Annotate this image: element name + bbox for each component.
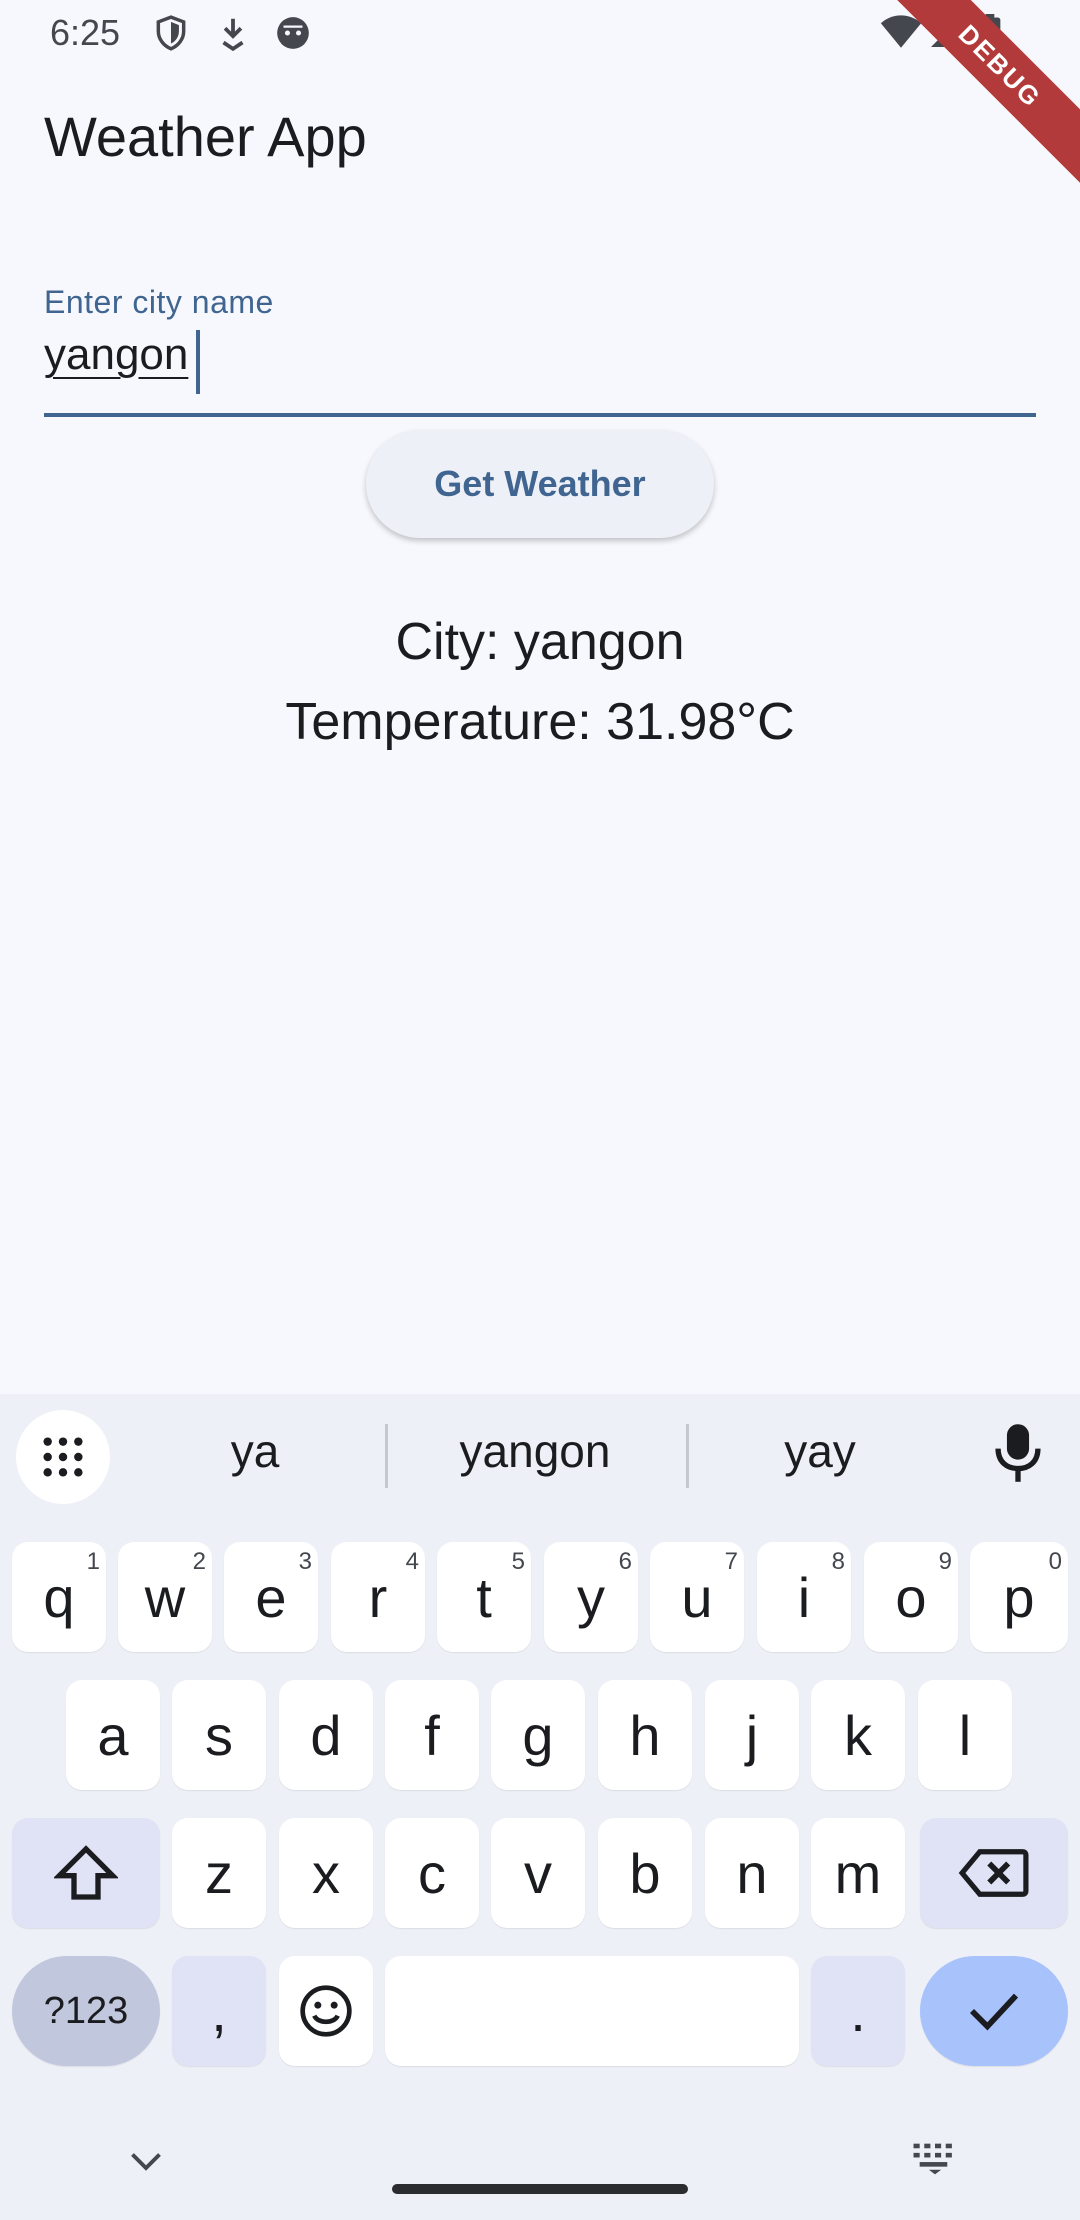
check-icon [969,1993,1019,2031]
text-cursor [196,330,200,394]
key-label: w [144,1565,186,1629]
shift-key[interactable] [12,1818,160,1928]
key-hint: 2 [192,1548,206,1575]
key-r[interactable]: r4 [331,1542,425,1652]
space-key[interactable] [385,1956,799,2066]
key-label: i [797,1565,811,1629]
key-label: r [368,1565,388,1629]
key-g[interactable]: g [491,1680,585,1790]
key-label: u [681,1565,713,1629]
keyboard-grid-icon [43,1437,83,1477]
key-hint: 5 [511,1548,525,1575]
key-x[interactable]: x [279,1818,373,1928]
key-u[interactable]: u7 [650,1542,744,1652]
suggestion-2[interactable]: yangon [400,1424,670,1484]
key-t[interactable]: t5 [437,1542,531,1652]
key-o[interactable]: o9 [864,1542,958,1652]
key-f[interactable]: f [385,1680,479,1790]
suggestion-3[interactable]: yay [720,1424,920,1484]
key-h[interactable]: h [598,1680,692,1790]
key-label: t [476,1565,492,1629]
key-hint: 8 [831,1548,845,1575]
key-m[interactable]: m [811,1818,905,1928]
key-label: o [895,1565,927,1629]
key-hint: 3 [298,1548,312,1575]
key-e[interactable]: e3 [224,1542,318,1652]
backspace-icon [958,1849,1029,1897]
app-title: Weather App [44,105,367,168]
key-label: y [577,1565,605,1629]
key-z[interactable]: z [172,1818,266,1928]
suggestion-divider [686,1424,689,1488]
mic-icon[interactable] [990,1422,1046,1484]
city-input-value: yangon [44,330,189,379]
soft-keyboard: ya yangon yay q1 w2 e3 r4 t5 y6 u7 i8 o9… [0,1394,1080,2220]
emoji-key[interactable] [279,1956,373,2066]
key-label: e [255,1565,287,1629]
key-hint: 1 [86,1548,100,1575]
key-w[interactable]: w2 [118,1542,212,1652]
shield-icon [156,15,186,51]
symbols-key[interactable]: ?123 [12,1956,160,2066]
chevron-down-icon[interactable] [128,2148,164,2176]
key-label: q [43,1565,75,1629]
key-l[interactable]: l [918,1680,1012,1790]
home-indicator[interactable] [392,2184,688,2194]
key-p[interactable]: p0 [970,1542,1068,1652]
download-icon [222,18,244,52]
shift-icon [54,1845,118,1900]
screen: 6:25 DEBUG Weather App Enter city name y… [0,0,1080,2220]
period-key[interactable]: . [811,1956,905,2066]
key-c[interactable]: c [385,1818,479,1928]
key-y[interactable]: y6 [544,1542,638,1652]
suggestion-divider [385,1424,388,1488]
key-hint: 7 [724,1548,738,1575]
key-s[interactable]: s [172,1680,266,1790]
key-hint: 4 [405,1548,419,1575]
result-city: City: yangon [395,613,685,671]
backspace-key[interactable] [920,1818,1068,1928]
key-j[interactable]: j [705,1680,799,1790]
key-d[interactable]: d [279,1680,373,1790]
key-v[interactable]: v [491,1818,585,1928]
emoji-icon [300,1985,352,2037]
keyboard-grid-button[interactable] [16,1410,110,1504]
status-time: 6:25 [50,12,121,53]
key-hint: 9 [938,1548,952,1575]
key-a[interactable]: a [66,1680,160,1790]
android-face-icon [277,17,309,49]
enter-key[interactable] [920,1956,1068,2066]
city-input[interactable] [44,325,1036,417]
key-q[interactable]: q1 [12,1542,106,1652]
key-i[interactable]: i8 [757,1542,851,1652]
keyboard-icon[interactable] [912,2142,958,2176]
key-b[interactable]: b [598,1818,692,1928]
key-k[interactable]: k [811,1680,905,1790]
key-hint: 6 [618,1548,632,1575]
key-hint: 0 [1048,1548,1062,1575]
city-input-label: Enter city name [44,284,274,320]
key-label: p [1003,1565,1035,1629]
comma-key[interactable]: , [172,1956,266,2066]
get-weather-button[interactable]: Get Weather [366,430,714,538]
result-temperature: Temperature: 31.98°C [285,693,795,751]
suggestion-1[interactable]: ya [160,1424,350,1484]
key-n[interactable]: n [705,1818,799,1928]
